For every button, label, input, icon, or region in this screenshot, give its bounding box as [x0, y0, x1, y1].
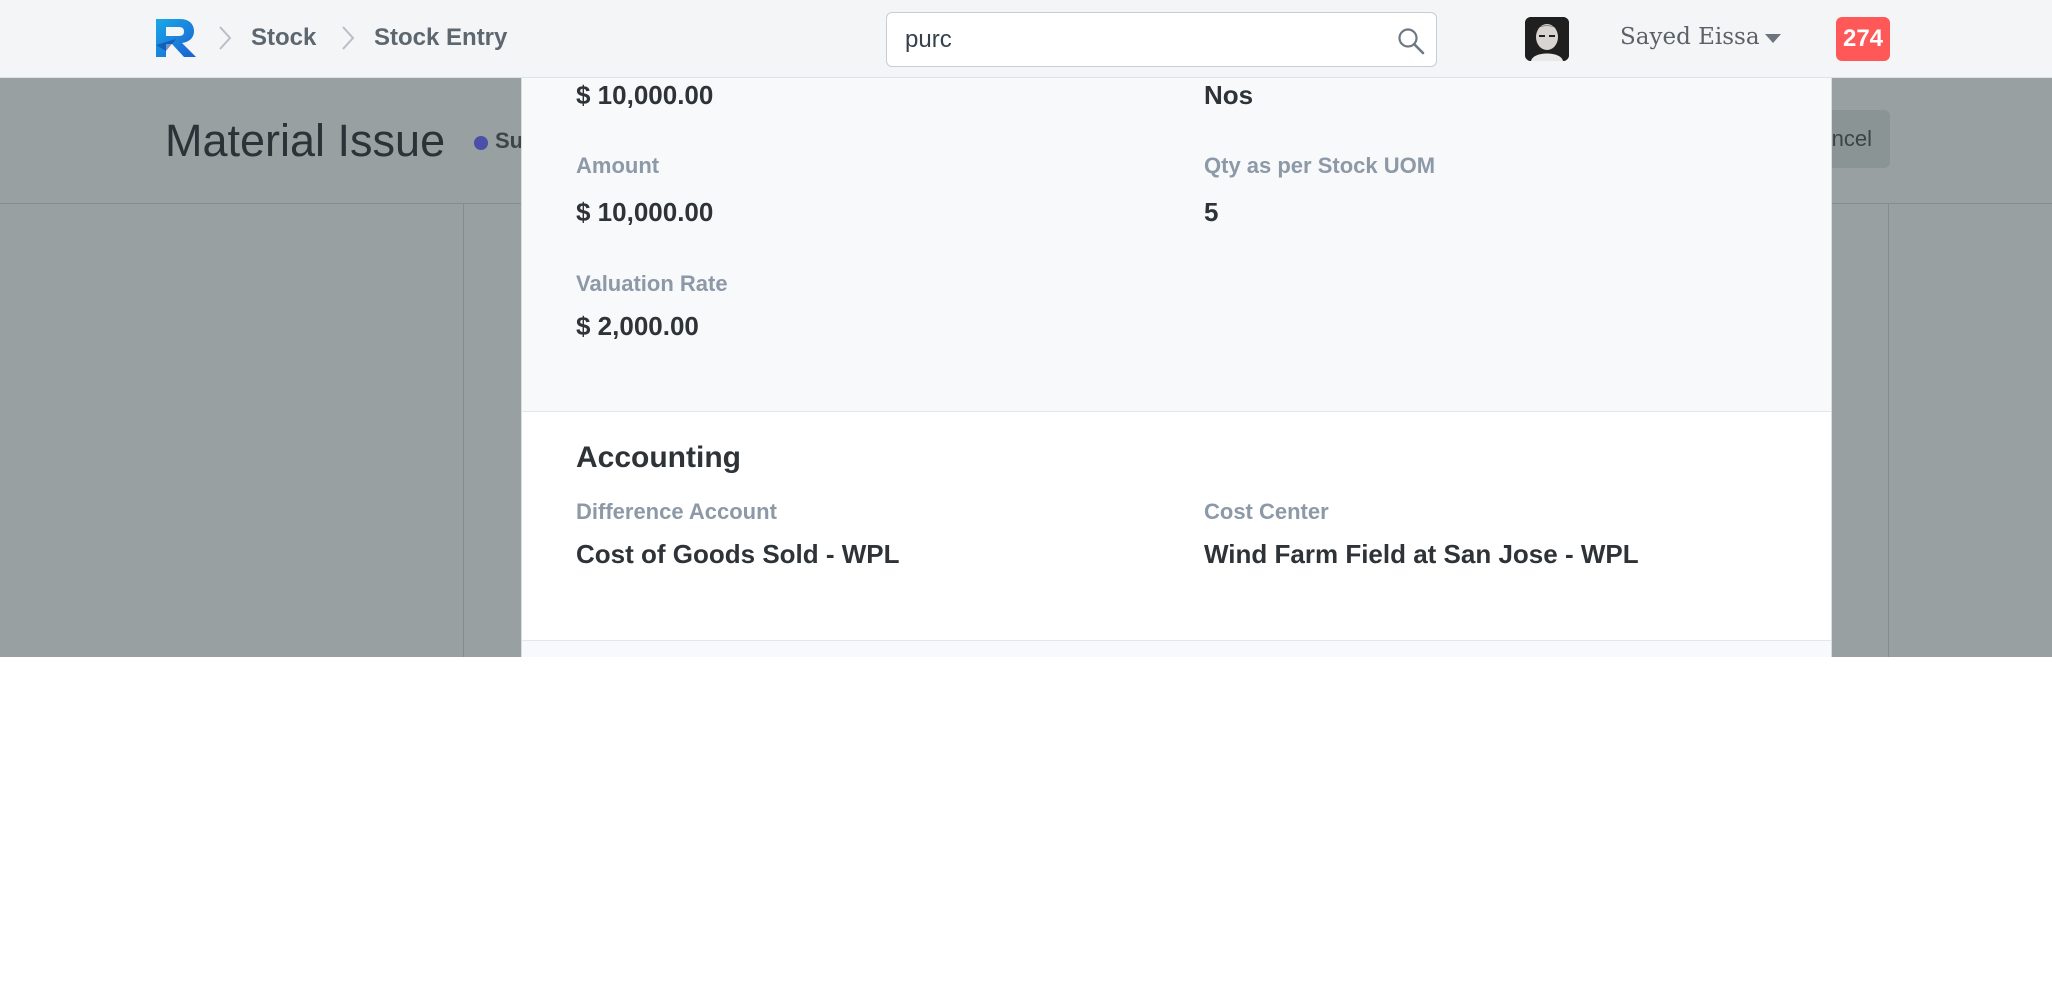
section-title: Accounting	[576, 441, 741, 474]
item-detail-modal: $ 10,000.00 Nos Amount $ 10,000.00 Qty a…	[521, 78, 1832, 657]
search-icon[interactable]	[1397, 27, 1425, 55]
breadcrumb-stock-entry[interactable]: Stock Entry	[374, 24, 507, 52]
column-divider	[1888, 204, 1889, 657]
navbar: Stock Stock Entry Sayed Eissa 274	[0, 0, 2052, 78]
breadcrumb-stock[interactable]: Stock	[251, 24, 316, 52]
column-divider	[463, 204, 464, 657]
amount-value: $ 10,000.00	[576, 197, 714, 227]
avatar[interactable]	[1525, 17, 1569, 61]
user-name[interactable]: Sayed Eissa	[1620, 22, 1760, 52]
cost-center-value: Wind Farm Field at San Jose - WPL	[1204, 539, 1639, 569]
status-label: Su	[495, 128, 524, 153]
amount-label: Amount	[576, 153, 660, 178]
uom-value: Nos	[1204, 80, 1254, 110]
rate-value: $ 10,000.00	[576, 80, 714, 110]
caret-down-icon[interactable]	[1765, 34, 1781, 43]
qty-stock-uom-value: 5	[1204, 197, 1219, 227]
qty-stock-uom-label: Qty as per Stock UOM	[1204, 153, 1436, 178]
app-window: Material Issue Su ncel Stock Stock Entry…	[0, 0, 2052, 657]
chevron-right-icon	[219, 26, 232, 50]
page-title: Material Issue	[165, 115, 446, 166]
difference-account-label: Difference Account	[576, 499, 777, 524]
notification-badge[interactable]: 274	[1836, 17, 1890, 61]
search-field[interactable]	[886, 12, 1437, 67]
app-logo-icon[interactable]	[152, 15, 198, 61]
accounting-section: Accounting Difference Account Cost of Go…	[522, 411, 1831, 641]
search-input[interactable]	[905, 25, 1365, 55]
chevron-right-icon	[342, 26, 355, 50]
valuation-rate-label: Valuation Rate	[576, 271, 728, 296]
difference-account-value: Cost of Goods Sold - WPL	[576, 539, 900, 569]
status-indicator-icon	[474, 136, 488, 150]
valuation-rate-value: $ 2,000.00	[576, 311, 699, 341]
cost-center-label: Cost Center	[1204, 499, 1329, 524]
